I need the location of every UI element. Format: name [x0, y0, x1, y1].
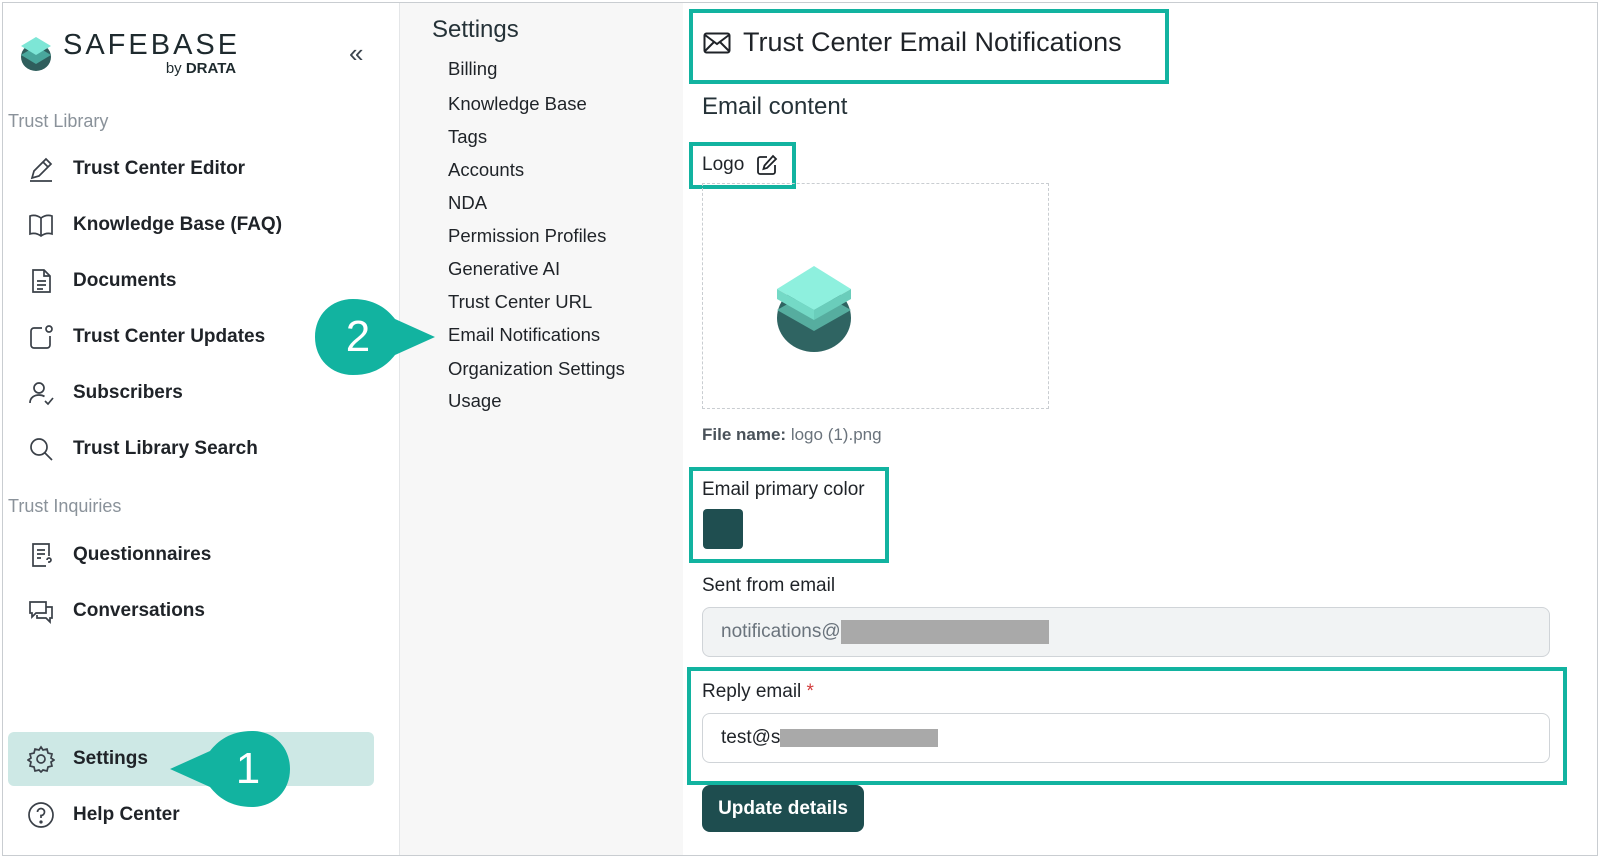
questionnaire-icon [25, 539, 57, 571]
brand-name: SAFEBASE [63, 29, 241, 61]
updates-icon [25, 321, 57, 353]
edit-icon[interactable] [756, 154, 778, 176]
sent-from-label: Sent from email [702, 575, 836, 596]
submenu-item-permission-profiles[interactable]: Permission Profiles [448, 225, 606, 247]
submenu-item-nda[interactable]: NDA [448, 192, 487, 214]
section-label-trust-inquiries: Trust Inquiries [8, 496, 122, 516]
reply-email-field[interactable]: test@s [702, 713, 1550, 763]
callout-step-1: 1 [168, 729, 292, 809]
search-icon [25, 433, 57, 465]
sidebar-item-help-center[interactable]: Help Center [25, 795, 180, 835]
sidebar: SAFEBASE by DRATA « Trust Library Trust … [3, 3, 400, 855]
sidebar-item-label: Questionnaires [73, 544, 212, 565]
section-title-email-content: Email content [702, 93, 848, 120]
main-panel: Trust Center Email Notifications Email c… [683, 3, 1597, 855]
app-window: SAFEBASE by DRATA « Trust Library Trust … [2, 2, 1598, 856]
submenu-item-billing[interactable]: Billing [448, 58, 497, 80]
sidebar-item-documents[interactable]: Documents [25, 261, 176, 301]
page-title: Trust Center Email Notifications [703, 27, 1122, 58]
sidebar-item-label: Trust Center Editor [73, 158, 246, 179]
sidebar-item-label: Knowledge Base (FAQ) [73, 214, 283, 235]
settings-submenu: Settings Billing Knowledge Base Tags Acc… [400, 3, 683, 855]
primary-color-swatch[interactable] [703, 509, 743, 549]
pencil-icon [25, 153, 57, 185]
color-label: Email primary color [702, 479, 865, 500]
sidebar-item-label: Documents [73, 270, 177, 291]
user-check-icon [25, 377, 57, 409]
help-icon [25, 799, 57, 831]
sidebar-item-label: Trust Center Updates [73, 326, 266, 347]
document-icon [25, 265, 57, 297]
logo-label: Logo [702, 154, 778, 176]
reply-email-label: Reply email * [702, 681, 814, 702]
sidebar-item-subscribers[interactable]: Subscribers [25, 373, 183, 413]
callout-step-2: 2 [313, 297, 437, 377]
logo-preview-image [777, 266, 851, 352]
chat-icon [25, 595, 57, 627]
book-icon [25, 209, 57, 241]
redacted-text [840, 620, 1049, 644]
submenu-item-accounts[interactable]: Accounts [448, 159, 524, 181]
submenu-title: Settings [432, 16, 519, 43]
sidebar-item-settings[interactable]: Settings [25, 739, 148, 779]
safebase-logo-icon [19, 33, 53, 73]
sidebar-item-label: Settings [73, 748, 148, 769]
logo-upload-area[interactable] [702, 183, 1049, 409]
file-name: File name: logo (1).png [702, 425, 882, 444]
submenu-item-tags[interactable]: Tags [448, 126, 487, 148]
sidebar-item-label: Conversations [73, 600, 205, 621]
submenu-item-generative-ai[interactable]: Generative AI [448, 258, 560, 280]
gear-icon [25, 743, 57, 775]
redacted-text [780, 729, 939, 747]
envelope-icon [703, 32, 731, 53]
sidebar-item-label: Help Center [73, 804, 180, 825]
sidebar-item-label: Subscribers [73, 382, 183, 403]
sidebar-item-trust-center-editor[interactable]: Trust Center Editor [25, 149, 245, 189]
sidebar-item-knowledge-base[interactable]: Knowledge Base (FAQ) [25, 205, 282, 245]
sidebar-item-conversations[interactable]: Conversations [25, 591, 205, 631]
submenu-item-email-notifications[interactable]: Email Notifications [448, 324, 600, 346]
brand-logo[interactable]: SAFEBASE by DRATA [19, 29, 240, 77]
sidebar-item-trust-center-updates[interactable]: Trust Center Updates [25, 317, 265, 357]
submenu-item-trust-center-url[interactable]: Trust Center URL [448, 291, 592, 313]
brand-subtitle: by DRATA [165, 60, 237, 77]
section-label-trust-library: Trust Library [8, 111, 109, 131]
submenu-item-knowledge-base[interactable]: Knowledge Base [448, 93, 587, 115]
sidebar-item-questionnaires[interactable]: Questionnaires [25, 535, 211, 575]
sidebar-item-label: Trust Library Search [73, 438, 258, 459]
submenu-item-organization-settings[interactable]: Organization Settings [448, 358, 625, 380]
collapse-sidebar-icon[interactable]: « [349, 40, 363, 66]
sidebar-item-trust-library-search[interactable]: Trust Library Search [25, 429, 258, 469]
submenu-item-usage[interactable]: Usage [448, 390, 501, 412]
update-details-button[interactable]: Update details [702, 785, 864, 832]
sent-from-field: notifications@ [702, 607, 1550, 657]
